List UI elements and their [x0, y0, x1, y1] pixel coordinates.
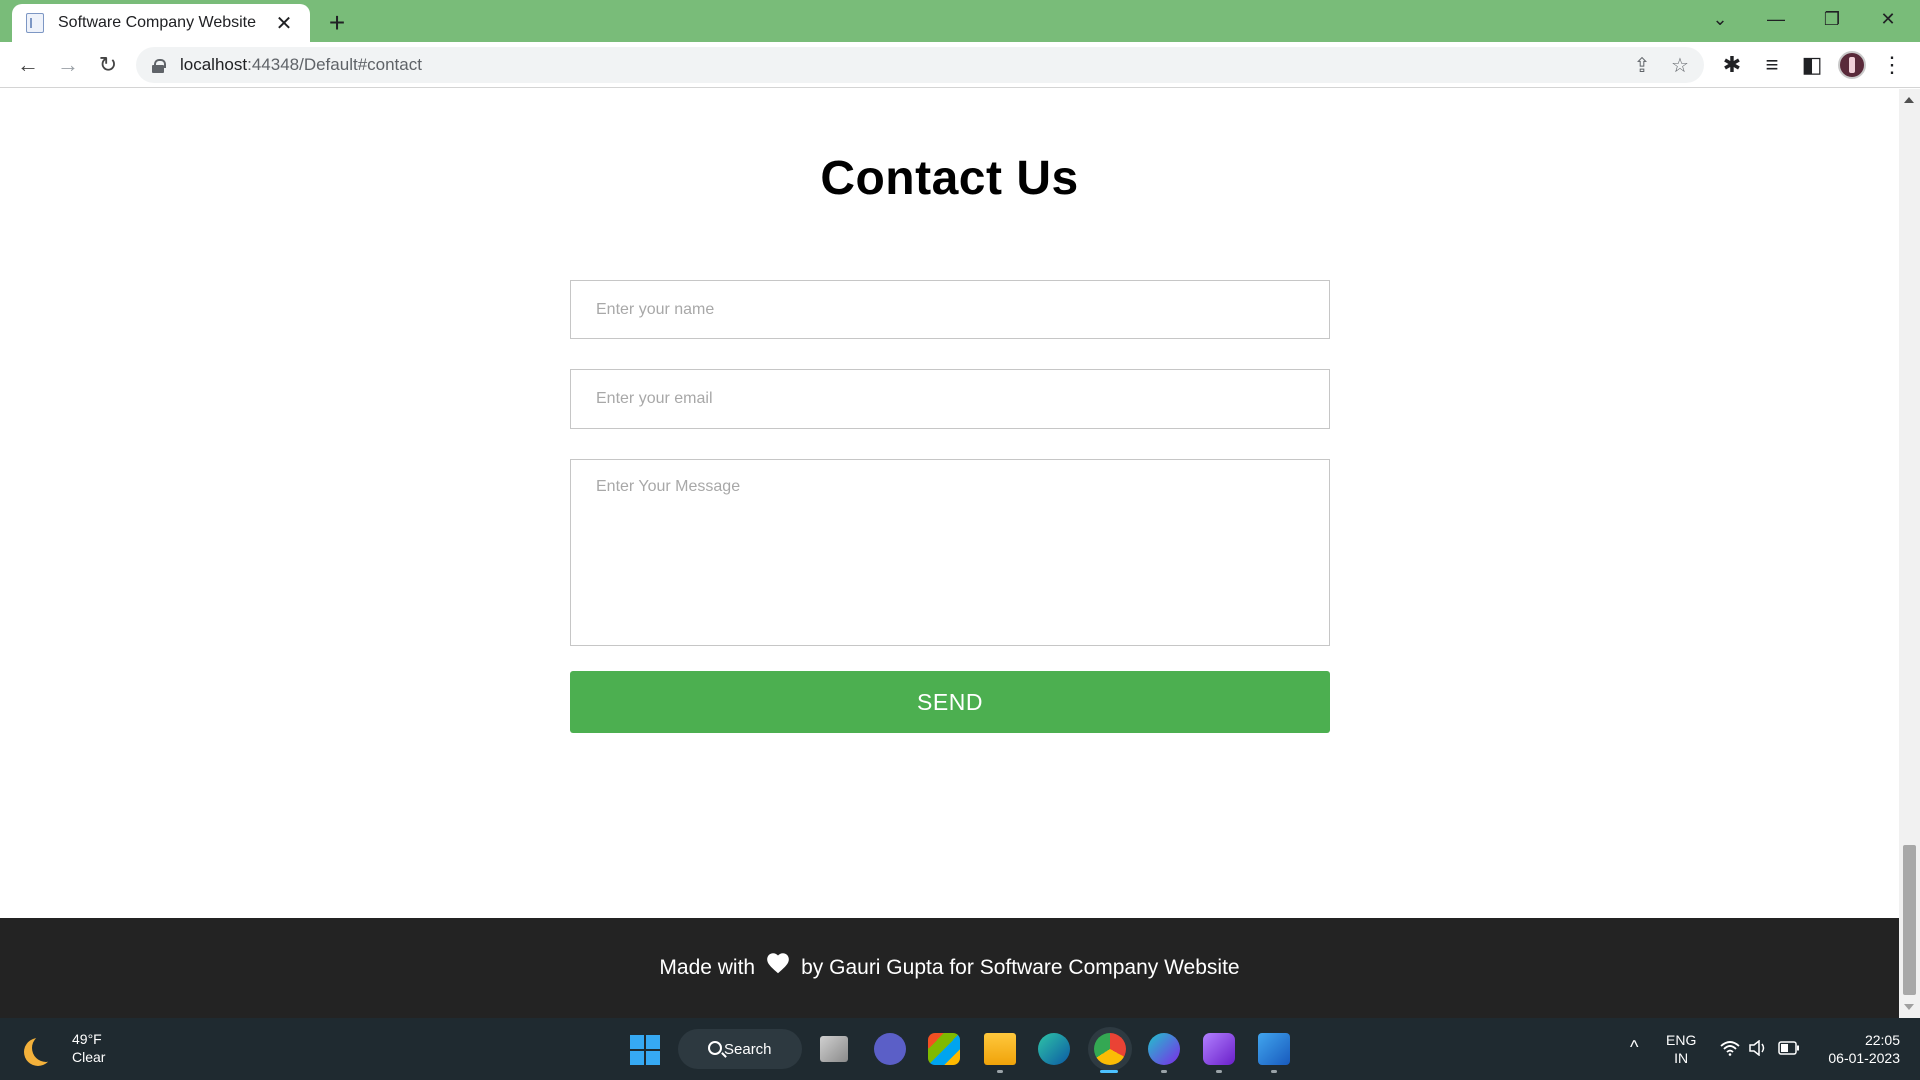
- task-view-icon[interactable]: [820, 1036, 848, 1062]
- forward-button[interactable]: →: [52, 49, 84, 81]
- language-region: IN: [1674, 1050, 1689, 1066]
- scrollbar-thumb[interactable]: [1903, 845, 1916, 995]
- send-button[interactable]: SEND: [570, 671, 1330, 733]
- windows-taskbar: 49°F Clear Search ^ ENG IN 22:05 06-01-2…: [0, 1018, 1920, 1080]
- page-title: Contact Us: [820, 152, 1079, 205]
- taskbar-search-label: Search: [724, 1040, 772, 1058]
- tab-close-icon[interactable]: ✕: [272, 11, 296, 35]
- browser-tab[interactable]: Software Company Website ✕: [12, 4, 310, 42]
- teams-chat-icon[interactable]: [874, 1033, 906, 1065]
- weather-widget[interactable]: 49°F Clear: [22, 1030, 105, 1066]
- browser-menu-icon[interactable]: ⋮: [1876, 49, 1908, 81]
- name-input[interactable]: [570, 280, 1330, 339]
- minimize-button[interactable]: —: [1748, 0, 1804, 38]
- battery-icon[interactable]: [1778, 1041, 1800, 1055]
- share-icon[interactable]: ⇪: [1628, 51, 1656, 79]
- volume-icon[interactable]: [1748, 1040, 1768, 1056]
- page-scrollbar[interactable]: [1899, 89, 1920, 1018]
- heart-icon: [767, 953, 789, 974]
- extensions-icon[interactable]: ✱: [1716, 49, 1748, 81]
- clock-time: 22:05: [1864, 1032, 1900, 1048]
- back-button[interactable]: ←: [12, 49, 44, 81]
- language-indicator[interactable]: ENG IN: [1666, 1031, 1696, 1067]
- browser-tab-strip: Software Company Website ✕ + ⌄ — ❐ ✕: [0, 0, 1920, 42]
- new-tab-button[interactable]: +: [322, 7, 352, 38]
- scroll-down-arrow-icon[interactable]: [1904, 1004, 1914, 1010]
- restore-button[interactable]: ❐: [1804, 0, 1860, 38]
- wifi-icon[interactable]: [1720, 1040, 1740, 1056]
- microsoft-store-icon[interactable]: [928, 1033, 960, 1065]
- edge-icon[interactable]: [1038, 1033, 1070, 1065]
- page-viewport: Contact Us SEND Made with by Gauri Gupta…: [0, 89, 1899, 1018]
- message-textarea[interactable]: [570, 459, 1330, 646]
- file-explorer-icon[interactable]: [984, 1033, 1016, 1065]
- moon-icon: [32, 1034, 60, 1062]
- lock-icon[interactable]: [152, 58, 166, 73]
- footer-text-after: by Gauri Gupta for Software Company Webs…: [801, 956, 1240, 979]
- word-icon[interactable]: [1258, 1033, 1290, 1065]
- weather-temperature: 49°F: [72, 1031, 102, 1047]
- chrome-icon[interactable]: [1094, 1033, 1126, 1065]
- word-running-indicator: [1271, 1070, 1277, 1073]
- search-icon: [708, 1041, 722, 1055]
- address-bar[interactable]: localhost:44348/Default#contact ⇪ ☆: [136, 47, 1704, 83]
- chrome-active-indicator: [1100, 1070, 1118, 1073]
- reload-button[interactable]: ↻: [92, 49, 124, 81]
- canva-icon[interactable]: [1148, 1033, 1180, 1065]
- tab-search-icon[interactable]: ⌄: [1692, 0, 1748, 38]
- windows-start-icon[interactable]: [630, 1035, 660, 1065]
- url-host: localhost: [180, 55, 248, 74]
- profile-avatar[interactable]: [1838, 51, 1866, 79]
- email-input[interactable]: [570, 369, 1330, 429]
- footer-text-before: Made with: [659, 956, 756, 979]
- visual-studio-icon[interactable]: [1203, 1033, 1235, 1065]
- bookmark-star-icon[interactable]: ☆: [1666, 51, 1694, 79]
- url-path: :44348/Default#contact: [247, 55, 422, 74]
- file-explorer-running-indicator: [997, 1070, 1003, 1073]
- url-text[interactable]: localhost:44348/Default#contact: [180, 55, 422, 75]
- tab-title: Software Company Website: [58, 14, 257, 31]
- page-favicon-icon: [26, 13, 44, 33]
- language-code: ENG: [1666, 1032, 1697, 1048]
- media-controls-icon[interactable]: ≡: [1756, 49, 1788, 81]
- scroll-up-arrow-icon[interactable]: [1904, 97, 1914, 103]
- visual-studio-running-indicator: [1216, 1070, 1222, 1073]
- browser-toolbar: ← → ↻ localhost:44348/Default#contact ⇪ …: [0, 42, 1920, 88]
- close-window-button[interactable]: ✕: [1860, 0, 1916, 38]
- taskbar-search[interactable]: Search: [678, 1029, 802, 1069]
- system-clock[interactable]: 22:05 06-01-2023: [1820, 1031, 1900, 1067]
- weather-description: Clear: [72, 1049, 106, 1065]
- side-panel-icon[interactable]: ◧: [1796, 49, 1828, 81]
- clock-date: 06-01-2023: [1828, 1050, 1900, 1066]
- site-footer: Made with by Gauri Gupta for Software Co…: [0, 918, 1899, 1018]
- show-hidden-icons-chevron[interactable]: ^: [1630, 1038, 1638, 1056]
- canva-running-indicator: [1161, 1070, 1167, 1073]
